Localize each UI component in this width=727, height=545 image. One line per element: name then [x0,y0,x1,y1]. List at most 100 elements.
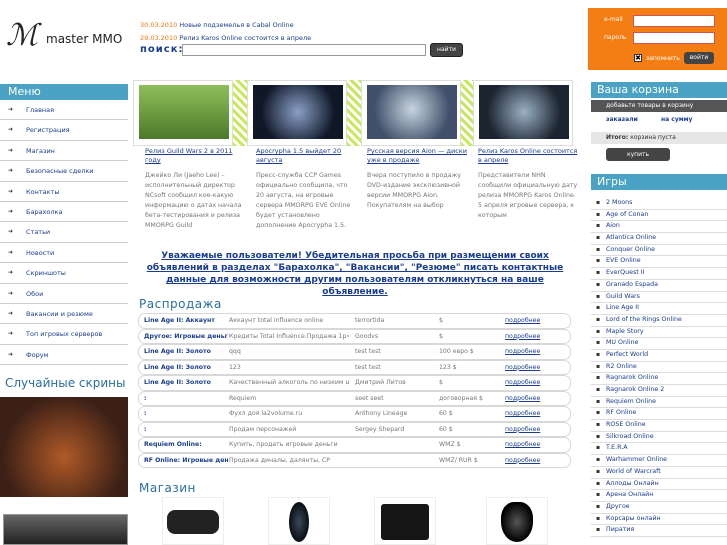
game-link[interactable]: Perfect World [606,351,648,358]
game-link[interactable]: ROSE Online [606,421,646,428]
game-item[interactable]: ▪ Maple Story [591,327,727,339]
game-link[interactable]: RF Online [606,409,636,416]
game-link[interactable]: Арена Онлайн [606,491,653,498]
game-item[interactable]: ▪ Age of Conan [591,210,727,222]
game-link[interactable]: EverQuest II [606,269,644,276]
menu-item[interactable]: ➜ Барахолка [0,202,128,223]
game-item[interactable]: ▪ Другое [591,502,727,514]
game-item[interactable]: ▪ Conquer Online [591,245,727,257]
menu-item[interactable]: ➜ Магазин [0,141,128,162]
sale-details-link[interactable]: подробнее [505,410,565,417]
game-link[interactable]: Корсары онлайн [606,515,661,522]
news-item[interactable]: 29.03.2010 Релиз Karos Online состоится … [140,34,470,42]
product-gaming-mouse[interactable] [486,497,548,545]
search-button[interactable]: найти [430,43,463,57]
game-item[interactable]: ▪ R2 Online [591,362,727,374]
game-item[interactable]: ▪ MU Online [591,338,727,350]
game-item[interactable]: ▪ EverQuest II [591,268,727,280]
game-item[interactable]: ▪ Guild Wars [591,292,727,304]
menu-item[interactable]: ➜ Безопасные сделки [0,161,128,182]
site-logo[interactable]: ℳ master MMO [6,18,126,54]
game-link[interactable]: Другое [606,503,630,510]
game-link[interactable]: EVE Online [606,257,641,264]
menu-item[interactable]: ➜ Форум [0,345,128,366]
game-item[interactable]: ▪ Granado Espada [591,280,727,292]
menu-item[interactable]: ➜ Контакты [0,182,128,202]
game-link[interactable]: Lord of the Rings Online [606,316,682,323]
game-item[interactable]: ▪ EVE Online [591,256,727,269]
game-item[interactable]: ▪ Atlantica Online [591,233,727,245]
game-link[interactable]: Ragnarok Online [606,374,658,381]
game-item[interactable]: ▪ Line Age II [591,303,727,315]
article-title-link[interactable]: Релиз Karos Online состоится в апреле [478,147,578,165]
sale-details-link[interactable]: подробнее [505,395,565,402]
game-link[interactable]: Silkroad Online [606,433,654,440]
game-item[interactable]: ▪ T.E.R.A [591,443,727,456]
menu-item[interactable]: ➜ Главная [0,100,128,121]
game-link[interactable]: World of Warcraft [606,468,661,475]
game-link[interactable]: Requiem Online [606,398,656,405]
menu-item[interactable]: ➜ Скриншоты [0,263,128,284]
article-title-link[interactable]: Русская версия Aion — диски уже в продаж… [367,147,467,165]
game-item[interactable]: ▪ Perfect World [591,350,727,362]
game-link[interactable]: Ragnarok Online 2 [606,386,664,393]
email-field[interactable] [633,15,715,27]
article-thumbnail[interactable] [247,80,347,146]
game-link[interactable]: Guild Wars [606,293,640,300]
game-item[interactable]: ▪ Ragnarok Online [591,373,727,385]
game-item[interactable]: ▪ Корсары онлайн [591,514,727,526]
article-title-link[interactable]: Apocrypha 1.5 выйдет 20 августа [256,147,356,165]
article-thumbnail[interactable] [133,80,233,146]
sale-details-link[interactable]: подробнее [505,457,565,464]
game-link[interactable]: Age of Conan [606,211,648,218]
game-link[interactable]: Аллоды Онлайн [606,480,659,487]
game-link[interactable]: Granado Espada [606,281,658,288]
game-link[interactable]: MU Online [606,339,638,346]
game-item[interactable]: ▪ Silkroad Online [591,432,727,444]
sale-details-link[interactable]: подробнее [505,426,565,433]
game-item[interactable]: ▪ Ragnarok Online 2 [591,385,727,397]
menu-item[interactable]: ➜ Топ игровых серверов [0,324,128,345]
game-item[interactable]: ▪ RF Online [591,408,727,421]
game-item[interactable]: ▪ Requiem Online [591,397,727,409]
article-thumbnail[interactable] [361,80,461,146]
random-screenshot[interactable] [0,397,128,497]
sale-details-link[interactable]: подробнее [505,364,565,371]
game-item[interactable]: ▪ Аллоды Онлайн [591,479,727,491]
sale-details-link[interactable]: подробнее [505,317,565,324]
game-link[interactable]: Warhammer Online [606,456,667,463]
menu-item[interactable]: ➜ Вакансии и резюме [0,304,128,325]
menu-item[interactable]: ➜ Статьи [0,222,128,243]
game-item[interactable]: ▪ ROSE Online [591,420,727,432]
game-item[interactable]: ▪ Пиратия [591,525,727,537]
notice-link[interactable]: Уважаемые пользователи! Убедительная про… [140,250,570,298]
game-link[interactable]: Atlantica Online [606,234,656,241]
password-field[interactable] [633,32,715,44]
game-link[interactable]: Пиратия [606,526,634,533]
game-link[interactable]: R2 Online [606,363,637,370]
menu-item[interactable]: ➜ Регистрация [0,120,128,141]
login-button[interactable]: войти [684,52,714,64]
game-item[interactable]: ▪ Warhammer Online [591,455,727,467]
game-item[interactable]: ▪ Арена Онлайн [591,490,727,502]
game-link[interactable]: T.E.R.A [606,444,628,451]
menu-item[interactable]: ➜ Новости [0,243,128,264]
product-mouse[interactable] [268,497,330,545]
game-link[interactable]: Maple Story [606,328,644,335]
article-thumbnail[interactable] [473,80,573,146]
sale-details-link[interactable]: подробнее [505,441,565,448]
game-link[interactable]: Aion [606,222,620,229]
game-link[interactable]: 2 Moons [606,199,632,206]
sale-details-link[interactable]: подробнее [505,379,565,386]
product-mousepad[interactable] [374,497,436,545]
remember-checkbox[interactable]: ✖ [634,54,642,62]
buy-button[interactable]: купить [606,148,670,161]
sale-details-link[interactable]: подробнее [505,348,565,355]
game-item[interactable]: ▪ 2 Moons [591,198,727,210]
random-screenshot[interactable] [3,514,128,545]
game-item[interactable]: ▪ World of Warcraft [591,467,727,479]
news-item[interactable]: 30.03.2010 Новые подземелья в Cabal Onli… [140,21,470,29]
game-item[interactable]: ▪ Lord of the Rings Online [591,315,727,327]
article-title-link[interactable]: Релиз Guild Wars 2 в 2011 году [145,147,245,165]
game-link[interactable]: Line Age II [606,304,639,311]
